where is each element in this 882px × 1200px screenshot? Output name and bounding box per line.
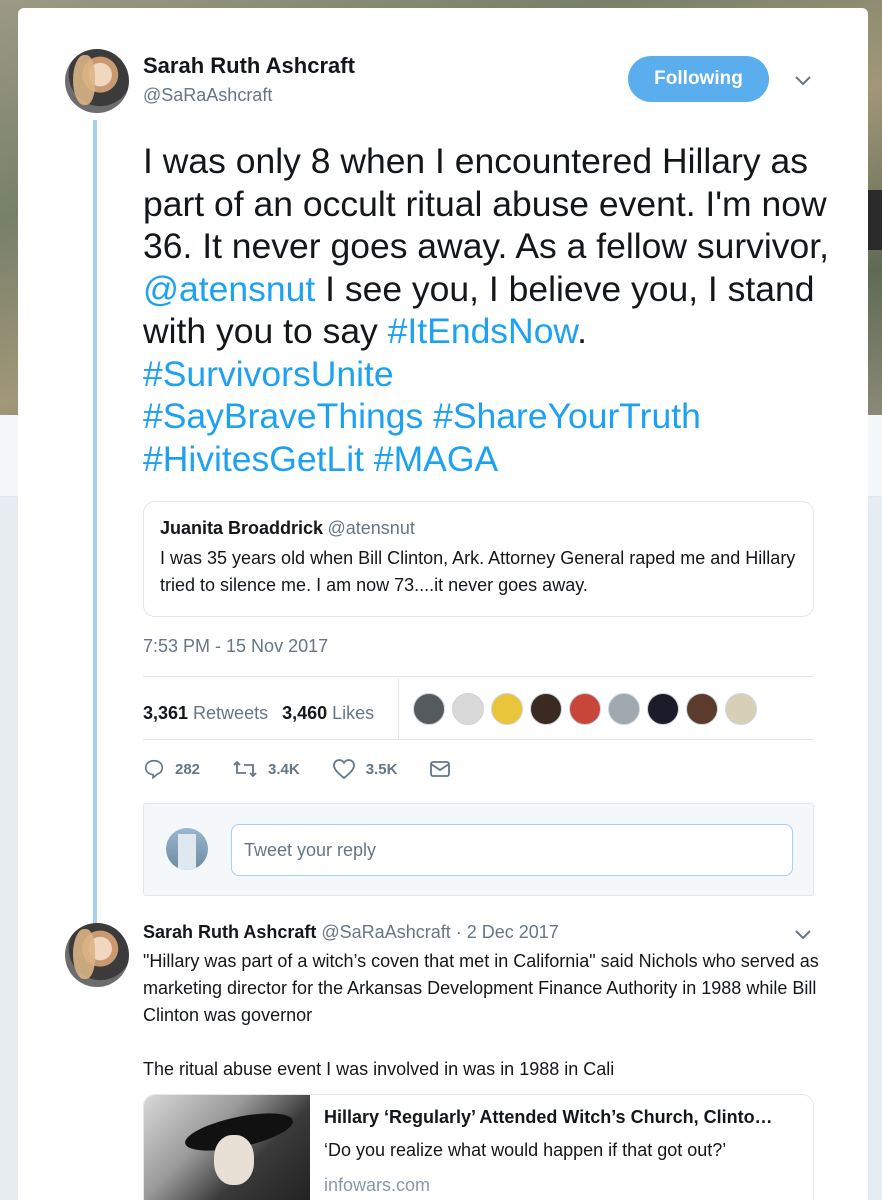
divider [143,739,814,740]
author-info: Sarah Ruth Ashcraft @SaRaAshcraft [143,53,355,106]
reply-count: 282 [175,760,201,778]
link-preview-image [144,1095,310,1200]
link-preview-card[interactable]: Hillary ‘Regularly’ Attended Witch’s Chu… [143,1094,814,1200]
tweet-modal: Sarah Ruth Ashcraft @SaRaAshcraft Follow… [18,8,868,1200]
tweet-stats: 3,361 Retweets 3,460 Likes [143,686,388,740]
hashtag-link[interactable]: #SayBraveThings [143,396,423,436]
following-button[interactable]: Following [628,56,769,102]
reply-action[interactable]: 282 [143,758,200,780]
retweet-action[interactable]: 3.4K [232,758,300,780]
reply-author-handle[interactable]: @SaRaAshcraft [321,922,450,942]
divider [143,676,814,677]
reply-text-paragraph: The ritual abuse event I was involved in… [143,1059,615,1079]
likes-count[interactable]: 3,460 [282,703,327,724]
liker-avatar[interactable] [686,693,718,725]
link-preview-body: Hillary ‘Regularly’ Attended Witch’s Chu… [324,1107,799,1196]
reply-date[interactable]: · 2 Dec 2017 [456,922,559,942]
thread-line [93,120,97,926]
heart-icon [332,759,355,780]
envelope-icon [430,761,451,777]
chevron-down-icon[interactable] [794,926,812,944]
link-description: ‘Do you realize what would happen if tha… [324,1140,727,1160]
tweet-timestamp[interactable]: 7:53 PM - 15 Nov 2017 [143,636,328,657]
stats-separator [398,678,399,740]
likes-label[interactable]: Likes [332,703,374,724]
reply-text-paragraph: "Hillary was part of a witch’s coven tha… [143,951,819,1025]
reply-tweet-header: Sarah Ruth Ashcraft @SaRaAshcraft · 2 De… [143,922,559,943]
reply-tweet-text: "Hillary was part of a witch’s coven tha… [143,948,823,1083]
quoted-author-handle: @atensnut [327,518,415,538]
quoted-author-name: Juanita Broaddrick [160,518,324,538]
author-name[interactable]: Sarah Ruth Ashcraft [143,53,355,79]
quoted-tweet-text: I was 35 years old when Bill Clinton, Ar… [160,548,796,595]
reply-author-avatar[interactable] [65,923,129,987]
liker-avatar[interactable] [569,693,601,725]
user-avatar [166,828,208,870]
liker-avatar[interactable] [413,693,445,725]
liker-avatar[interactable] [530,693,562,725]
liker-avatar[interactable] [452,693,484,725]
retweets-label[interactable]: Retweets [193,703,268,724]
retweet-count: 3.4K [268,760,300,778]
link-title: Hillary ‘Regularly’ Attended Witch’s Chu… [324,1107,773,1127]
like-action[interactable]: 3.5K [332,758,398,780]
liker-avatar[interactable] [725,693,757,725]
hashtag-link[interactable]: #MAGA [374,439,498,479]
mention-link[interactable]: @atensnut [143,269,315,309]
tweet-text-part: I was only 8 when I encountered Hillary … [143,141,830,266]
reply-input[interactable] [231,824,793,876]
like-count: 3.5K [365,760,398,778]
tweet-actions: 282 3.4K 3.5K [143,758,483,780]
link-domain: infowars.com [324,1175,431,1195]
reply-icon [144,759,164,780]
tweet-text-part: . [577,311,587,351]
reply-composer [143,803,814,896]
liker-avatar[interactable] [608,693,640,725]
chevron-down-icon[interactable] [794,72,812,90]
liker-avatars [413,693,764,725]
retweet-icon [233,760,257,778]
hashtag-link[interactable]: #ShareYourTruth [433,396,701,436]
hashtag-link[interactable]: #HivitesGetLit [143,439,364,479]
quoted-tweet[interactable]: Juanita Broaddrick @atensnut I was 35 ye… [143,501,814,617]
retweets-count[interactable]: 3,361 [143,703,188,724]
liker-avatar[interactable] [491,693,523,725]
tweet-text: I was only 8 when I encountered Hillary … [143,140,843,480]
reply-author-name[interactable]: Sarah Ruth Ashcraft [143,922,316,942]
direct-message-action[interactable] [429,759,451,779]
author-avatar[interactable] [65,49,129,113]
author-handle[interactable]: @SaRaAshcraft [143,85,355,106]
hashtag-link[interactable]: #SurvivorsUnite [143,354,394,394]
liker-avatar[interactable] [647,693,679,725]
hashtag-link[interactable]: #ItEndsNow [388,311,577,351]
